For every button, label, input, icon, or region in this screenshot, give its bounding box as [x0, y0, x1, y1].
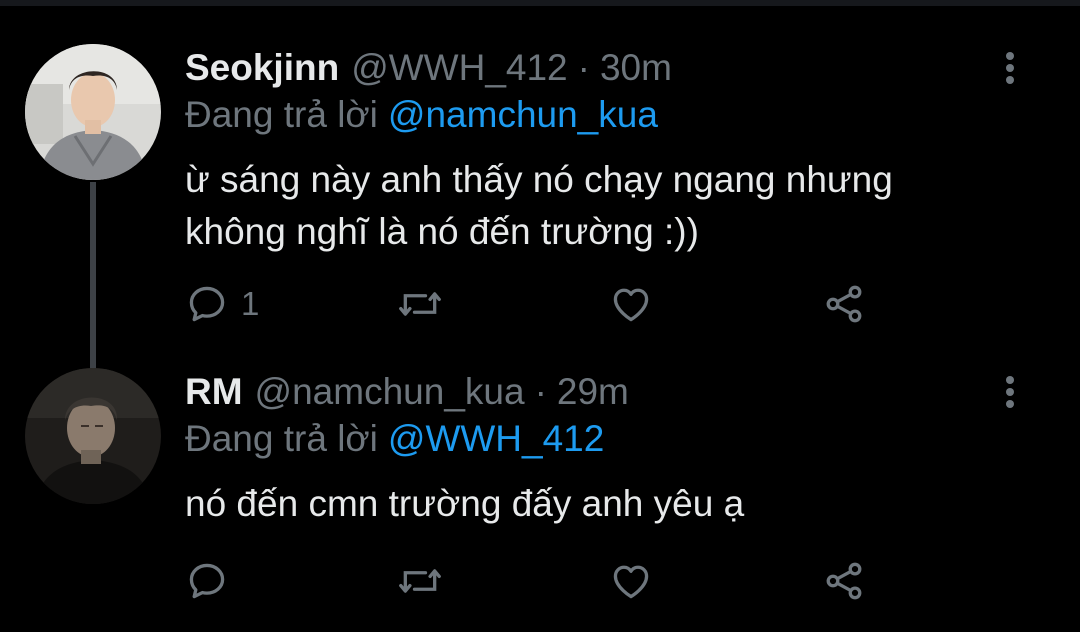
avatar[interactable]: [25, 368, 161, 504]
heart-icon: [613, 565, 649, 599]
reply-button[interactable]: [185, 556, 241, 606]
replying-to-label: Đang trả lời: [185, 418, 378, 459]
retweet-button[interactable]: [395, 279, 445, 329]
more-options-button[interactable]: [992, 374, 1028, 410]
tweet-text: nó đến cmn trường đấy anh yêu ạ: [185, 483, 745, 524]
tweet-header: RM @namchun_kua · 29m: [185, 370, 629, 414]
avatar[interactable]: [25, 44, 161, 180]
reply-count: 1: [241, 285, 260, 322]
like-button[interactable]: [608, 279, 654, 329]
tweet-header: Seokjinn @WWH_412 · 30m: [185, 46, 672, 90]
separator-dot: ·: [534, 371, 547, 412]
share-icon: [826, 562, 862, 600]
reply-button[interactable]: 1: [185, 279, 259, 329]
tweet[interactable]: Seokjinn @WWH_412 · 30m Đang trả lời @nam…: [0, 0, 1080, 346]
tweet-text: ừ sáng này anh thấy nó chạy ngang nhưng …: [185, 159, 893, 252]
timestamp[interactable]: 30m: [600, 47, 672, 89]
share-button[interactable]: [822, 556, 866, 606]
user-handle[interactable]: @WWH_412: [351, 47, 567, 89]
timestamp[interactable]: 29m: [557, 371, 629, 413]
more-vertical-icon: [1006, 376, 1014, 408]
reply-icon: [189, 286, 225, 322]
like-button[interactable]: [608, 556, 654, 606]
more-vertical-icon: [1006, 52, 1014, 84]
tweet-actions: 1: [0, 279, 1080, 329]
replying-to-label: Đang trả lời: [185, 94, 378, 135]
reply-mention-link[interactable]: @WWH_412: [388, 418, 604, 459]
user-handle[interactable]: @namchun_kua: [255, 371, 525, 413]
share-button[interactable]: [822, 279, 866, 329]
retweet-icon: [399, 292, 441, 316]
retweet-icon: [399, 569, 441, 593]
heart-icon: [613, 288, 649, 322]
avatar-photo: [25, 44, 161, 180]
separator-dot: ·: [577, 47, 590, 88]
tweet[interactable]: RM @namchun_kua · 29m Đang trả lời @WWH_4…: [0, 346, 1080, 632]
retweet-button[interactable]: [395, 556, 445, 606]
share-icon: [826, 285, 862, 323]
display-name[interactable]: RM: [185, 371, 243, 413]
reply-icon: [189, 563, 225, 599]
more-options-button[interactable]: [992, 50, 1028, 86]
avatar-photo: [25, 368, 161, 504]
reply-mention-link[interactable]: @namchun_kua: [388, 94, 658, 135]
replying-to: Đang trả lời @WWH_412: [185, 418, 604, 460]
replying-to: Đang trả lời @namchun_kua: [185, 94, 658, 136]
tweet-actions: [0, 556, 1080, 606]
display-name[interactable]: Seokjinn: [185, 47, 339, 89]
